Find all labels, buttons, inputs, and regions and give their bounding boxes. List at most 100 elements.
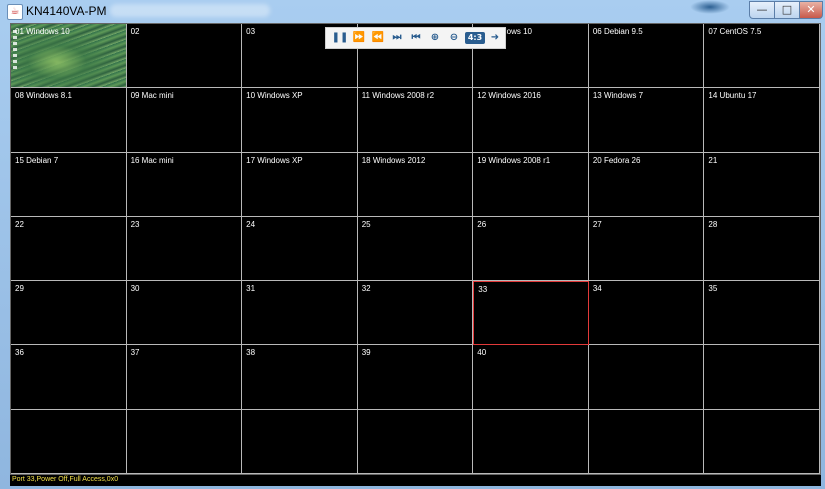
port-cell[interactable]: 15 Debian 7: [11, 152, 127, 217]
port-cell[interactable]: 01 Windows 10: [11, 24, 127, 89]
port-label: 25: [361, 219, 371, 229]
port-cell[interactable]: 18 Windows 2012: [357, 152, 474, 217]
port-cell[interactable]: [588, 409, 705, 474]
port-cell[interactable]: [473, 409, 589, 474]
port-label: 14 Ubuntu 17: [708, 91, 757, 101]
port-cell[interactable]: 32: [357, 281, 474, 346]
port-label: 29: [15, 284, 24, 294]
status-text: Port 33,Power Off,Full Access,0x0: [12, 476, 119, 483]
port-label: 20 Fedora 26: [592, 155, 641, 165]
title-bar[interactable]: ☕ KN4140VA-PM — □ ✕: [0, 0, 825, 22]
port-cell[interactable]: 06 Debian 9.5: [588, 24, 705, 89]
port-cell[interactable]: [357, 409, 474, 474]
panel-array-viewer: 01 Windows 10020304 Windows 1005 Windows…: [10, 23, 821, 475]
port-cell[interactable]: 02: [126, 24, 243, 89]
window-title: KN4140VA-PM: [26, 4, 107, 18]
fast-forward-icon[interactable]: ⏩: [350, 30, 368, 46]
port-label: 28: [708, 219, 718, 229]
port-cell[interactable]: 39: [357, 345, 474, 410]
skip-previous-icon[interactable]: ⏮: [407, 30, 425, 46]
port-label: 01 Windows 10: [15, 27, 70, 36]
port-cell[interactable]: 24: [242, 216, 358, 282]
port-cell[interactable]: 22: [11, 216, 127, 282]
maximize-button[interactable]: □: [774, 1, 800, 19]
port-label: 13 Windows 7: [592, 91, 644, 101]
desktop-icons: [13, 30, 17, 70]
port-cell[interactable]: 07 CentOS 7.5: [704, 24, 820, 89]
minimize-button[interactable]: —: [749, 1, 775, 19]
port-label: 33: [478, 285, 488, 295]
port-cell[interactable]: 30: [126, 281, 243, 346]
zoom-out-icon[interactable]: ⊖: [445, 30, 463, 46]
zoom-in-icon[interactable]: ⊕: [426, 30, 444, 46]
panel-array-toolbar: ❚❚ ⏩ ⏪ ⏭ ⏮ ⊕ ⊖ 4:3 ➜: [325, 27, 506, 49]
port-cell[interactable]: 34: [588, 281, 705, 346]
port-label: 26: [477, 219, 487, 229]
port-cell[interactable]: 14 Ubuntu 17: [704, 88, 820, 153]
rewind-icon[interactable]: ⏪: [369, 30, 387, 46]
port-label: 23: [130, 219, 140, 229]
port-cell[interactable]: 37: [126, 345, 243, 410]
title-bar-glow: [690, 0, 730, 14]
port-cell[interactable]: 35: [704, 281, 820, 346]
port-label: 21: [708, 155, 718, 165]
port-label: 18 Windows 2012: [361, 155, 426, 165]
aspect-ratio-icon[interactable]: 4:3: [465, 32, 485, 44]
port-cell[interactable]: 28: [704, 216, 820, 282]
application-window: ☕ KN4140VA-PM — □ ✕ 01 Windows 10020304 …: [0, 0, 825, 489]
status-bar: Port 33,Power Off,Full Access,0x0: [10, 475, 821, 486]
port-cell[interactable]: 16 Mac mini: [126, 152, 243, 217]
port-cell[interactable]: 25: [357, 216, 474, 282]
exit-icon[interactable]: ➜: [486, 30, 504, 46]
port-label: 10 Windows XP: [246, 91, 303, 101]
port-cell[interactable]: 36: [11, 345, 127, 410]
port-label: 40: [477, 348, 487, 358]
port-cell[interactable]: 09 Mac mini: [126, 88, 243, 153]
port-label: 11 Windows 2008 r2: [361, 91, 435, 101]
port-cell[interactable]: 21: [704, 152, 820, 217]
port-label: 07 CentOS 7.5: [708, 27, 762, 36]
port-cell[interactable]: 17 Windows XP: [242, 152, 358, 217]
port-label: 34: [592, 284, 602, 294]
port-label: 17 Windows XP: [246, 155, 303, 165]
pause-icon[interactable]: ❚❚: [331, 30, 349, 46]
port-cell[interactable]: 31: [242, 281, 358, 346]
port-label: 30: [130, 284, 140, 294]
port-cell[interactable]: 40: [473, 345, 589, 410]
port-label: 19 Windows 2008 r1: [477, 155, 551, 165]
port-cell[interactable]: 20 Fedora 26: [588, 152, 705, 217]
port-cell[interactable]: [11, 409, 127, 474]
port-label: 12 Windows 2016: [477, 91, 541, 101]
port-cell[interactable]: 26: [473, 216, 589, 282]
port-cell[interactable]: 23: [126, 216, 243, 282]
port-cell[interactable]: 38: [242, 345, 358, 410]
port-label: 06 Debian 9.5: [592, 27, 643, 36]
port-label: 32: [361, 284, 371, 294]
close-button[interactable]: ✕: [799, 1, 823, 19]
port-cell[interactable]: 33: [473, 281, 589, 346]
port-cell[interactable]: [588, 345, 705, 410]
port-cell[interactable]: 27: [588, 216, 705, 282]
port-label: 22: [15, 219, 24, 229]
port-label: 37: [130, 348, 140, 358]
port-cell[interactable]: 08 Windows 8.1: [11, 88, 127, 153]
port-label: 08 Windows 8.1: [15, 91, 72, 101]
port-cell[interactable]: [126, 409, 243, 474]
port-label: 09 Mac mini: [130, 91, 174, 101]
port-cell[interactable]: [704, 345, 820, 410]
port-cell[interactable]: 13 Windows 7: [588, 88, 705, 153]
port-cell[interactable]: 19 Windows 2008 r1: [473, 152, 589, 217]
port-cell[interactable]: [242, 409, 358, 474]
port-label: 24: [246, 219, 256, 229]
port-label: 27: [592, 219, 602, 229]
skip-next-icon[interactable]: ⏭: [388, 30, 406, 46]
java-app-icon: ☕: [7, 4, 23, 20]
port-cell[interactable]: 29: [11, 281, 127, 346]
port-label: 36: [15, 348, 24, 358]
port-cell[interactable]: 12 Windows 2016: [473, 88, 589, 153]
port-label: 31: [246, 284, 256, 294]
port-cell[interactable]: 11 Windows 2008 r2: [357, 88, 474, 153]
port-cell[interactable]: [704, 409, 820, 474]
port-cell[interactable]: 10 Windows XP: [242, 88, 358, 153]
port-label: 39: [361, 348, 371, 358]
